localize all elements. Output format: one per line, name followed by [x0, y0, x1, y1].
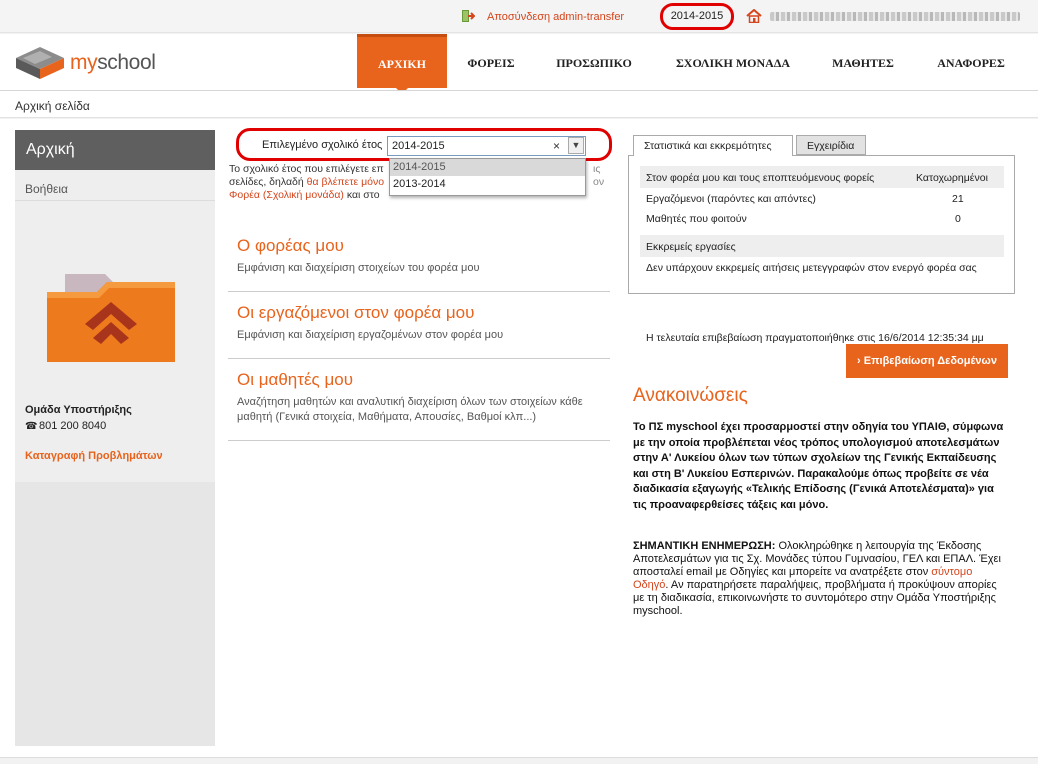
nav-staff[interactable]: ΠΡΟΣΩΠΙΚΟ: [548, 34, 640, 88]
announcement-main: Το ΠΣ myschool έχει προσαρμοστεί στην οδ…: [633, 421, 1004, 511]
folder-home-icon: [47, 274, 175, 362]
pending-tasks-label: Εκκρεμείς εργασίες: [646, 241, 736, 253]
last-confirmation-text: Η τελευταία επιβεβαίωση πραγματοποιήθηκε…: [646, 332, 984, 344]
report-problems-link[interactable]: Καταγραφή Προβλημάτων: [25, 450, 163, 462]
sidebar-item-help[interactable]: Βοήθεια: [25, 182, 68, 196]
card-my-organization-title[interactable]: Ο φορέας μου: [237, 236, 344, 256]
sidebar-divider: [15, 200, 215, 201]
breadcrumb: Αρχική σελίδα: [0, 90, 1038, 118]
tab-statistics[interactable]: Στατιστικά και εκκρεμότητες: [633, 135, 793, 156]
sidebar-title: Αρχική: [15, 130, 215, 170]
card-divider: [228, 440, 610, 441]
intro-school-link[interactable]: Φορέα (Σχολική μονάδα): [229, 189, 344, 201]
stats-row-label: Μαθητές που φοιτούν: [646, 213, 747, 225]
support-team-title: Ομάδα Υποστήριξης: [25, 404, 132, 416]
card-my-organization-desc: Εμφάνιση και διαχείριση στοιχείων του φο…: [237, 262, 480, 274]
chevron-down-icon[interactable]: ▼: [568, 137, 584, 154]
confirm-data-button[interactable]: › Επιβεβαίωση Δεδομένων: [846, 344, 1008, 378]
nav-reports[interactable]: ΑΝΑΦΟΡΕΣ: [928, 34, 1014, 88]
nav-school-unit[interactable]: ΣΧΟΛΙΚΗ ΜΟΝΑΔΑ: [666, 34, 800, 88]
intro-text-tail: ις ον: [593, 163, 605, 188]
support-phone: ☎ 801 200 8040: [25, 420, 106, 432]
stats-header-label: Στον φορέα μου και τους εποπτευόμενους φ…: [646, 172, 875, 184]
year-option[interactable]: 2014-2015: [390, 159, 585, 176]
year-selector-label: Επιλεγμένο σχολικό έτος: [262, 139, 383, 151]
sidebar-lower: [15, 482, 215, 746]
tab-manuals[interactable]: Εγχειρίδια: [796, 135, 866, 155]
stats-row-label: Εργαζόμενοι (παρόντες και απόντες): [646, 193, 816, 205]
card-employees-desc: Εμφάνιση και διαχείριση εργαζομένων στον…: [237, 329, 504, 341]
card-employees-title[interactable]: Οι εργαζόμενοι στον φορέα μου: [237, 303, 474, 323]
stats-row-value: 0: [955, 213, 961, 225]
logout-link[interactable]: Αποσύνδεση admin-transfer: [487, 11, 624, 23]
card-students-title[interactable]: Οι μαθητές μου: [237, 370, 353, 390]
announcements-title: Ανακοινώσεις: [633, 385, 748, 406]
logout-icon[interactable]: [462, 10, 475, 22]
stats-row-value: 21: [952, 193, 964, 205]
year-option[interactable]: 2013-2014: [390, 176, 585, 193]
pending-tasks-text: Δεν υπάρχουν εκκρεμείς αιτήσεις μετεγγρα…: [646, 262, 977, 274]
intro-link[interactable]: θα βλέπετε μόνο: [307, 176, 384, 188]
support-phone-number: 801 200 8040: [39, 420, 107, 432]
myschool-logo-text[interactable]: myschool: [70, 51, 156, 75]
footer: [0, 757, 1038, 764]
myschool-logo-icon[interactable]: [14, 46, 66, 80]
nav-students[interactable]: ΜΑΘΗΤΕΣ: [820, 34, 906, 88]
phone-icon: ☎: [25, 421, 38, 432]
header: myschool ΑΡΧΙΚΗ ΦΟΡΕΙΣ ΠΡΟΣΩΠΙΚΟ ΣΧΟΛΙΚΗ…: [0, 34, 1038, 94]
stats-header-column: Κατοχωρημένοι: [916, 172, 988, 184]
nav-foreis[interactable]: ΦΟΡΕΙΣ: [456, 34, 526, 88]
home-icon[interactable]: [746, 9, 762, 23]
clear-icon[interactable]: ×: [553, 139, 560, 153]
card-students-desc: Αναζήτηση μαθητών και αναλυτική διαχείρι…: [237, 396, 583, 423]
card-divider: [228, 358, 610, 359]
current-year-badge: 2014-2015: [660, 3, 734, 30]
announcement-important: ΣΗΜΑΝΤΙΚΗ ΕΝΗΜΕΡΩΣΗ: Ολοκληρώθηκε η λειτ…: [633, 540, 1001, 617]
nav-home[interactable]: ΑΡΧΙΚΗ: [357, 34, 447, 88]
card-divider: [228, 291, 610, 292]
blurred-user-info: [770, 12, 1020, 21]
